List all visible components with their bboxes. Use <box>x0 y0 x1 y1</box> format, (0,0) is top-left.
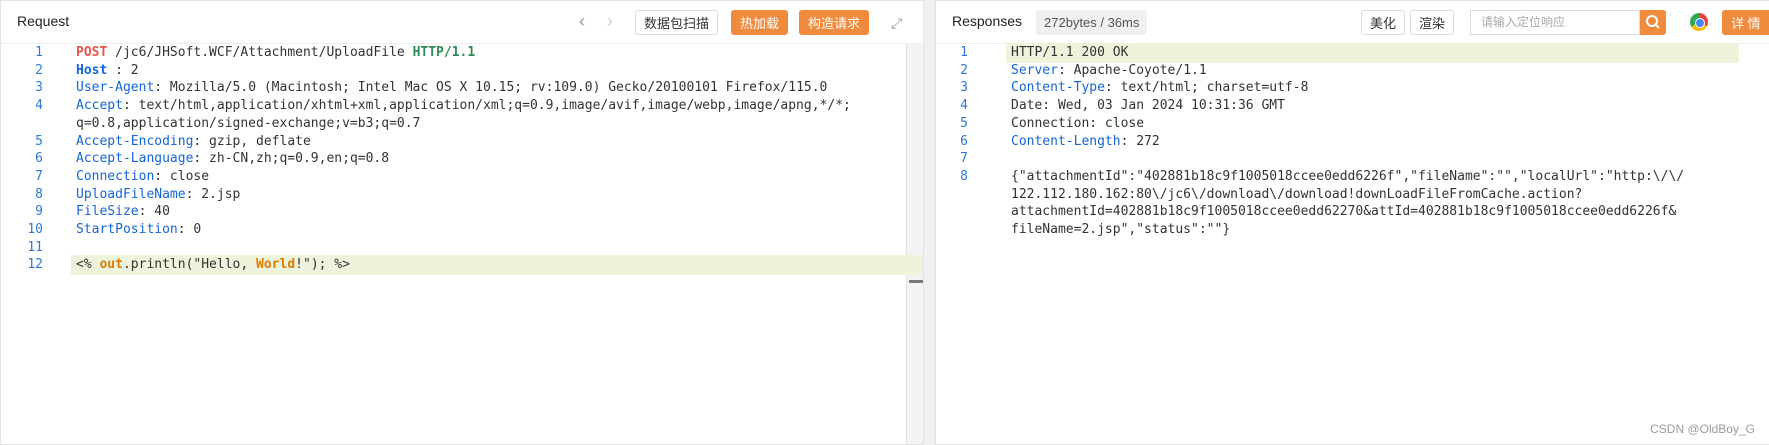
locate-response-input[interactable]: 请输入定位响应 <box>1470 10 1640 35</box>
expand-icon[interactable]: ⤢ <box>891 13 902 33</box>
chrome-icon[interactable] <box>1690 13 1708 31</box>
request-title: Request <box>17 13 70 29</box>
beautify-button[interactable]: 美化 <box>1361 10 1406 35</box>
packet-scan-button[interactable]: 数据包扫描 <box>635 10 719 35</box>
search-icon <box>1646 15 1660 29</box>
watermark: CSDN @OldBoy_G <box>1650 422 1755 436</box>
build-request-button[interactable]: 构造请求 <box>799 10 870 35</box>
request-pane: Request ‹ › 数据包扫描 热加载 构造请求 ⤢ 1 POST /jc6/… <box>0 0 924 445</box>
detail-button[interactable]: 详 情 <box>1722 10 1769 35</box>
line-text: <% out.println("Hello, World!"); %> <box>76 257 350 273</box>
response-viewer[interactable]: 1 HTTP/1.1 200 OK 2 Server: Apache-Coyote/1… <box>936 43 1769 444</box>
hot-load-button[interactable]: 热加载 <box>731 10 789 35</box>
line-text: fileName=2.jsp","status":""} <box>1011 222 1231 237</box>
line-number: 12 <box>27 257 43 273</box>
code-line: 12 <% out.println("Hello, World!"); %> <box>27 255 923 276</box>
request-editor[interactable]: 1 POST /jc6/JHSoft.WCF/Attachment/UploadF… <box>1 43 923 444</box>
response-pane: Responses 272bytes / 36ms 美化 渲染 请输入定位响应 … <box>935 0 1769 445</box>
response-title: Responses <box>952 13 1023 29</box>
back-arrow-icon[interactable]: ‹ <box>579 11 585 31</box>
forward-arrow-icon[interactable]: › <box>607 11 613 31</box>
scrollbar-thumb[interactable] <box>909 280 923 283</box>
render-button[interactable]: 渲染 <box>1410 10 1455 35</box>
code-line: fileName=2.jsp","status":""} <box>936 220 1769 240</box>
response-size-time: 272bytes / 36ms <box>1036 10 1148 35</box>
request-header: Request ‹ › 数据包扫描 热加载 构造请求 ⤢ <box>1 1 923 44</box>
response-header: Responses 272bytes / 36ms 美化 渲染 请输入定位响应 … <box>936 1 1769 44</box>
search-button[interactable] <box>1640 10 1666 35</box>
